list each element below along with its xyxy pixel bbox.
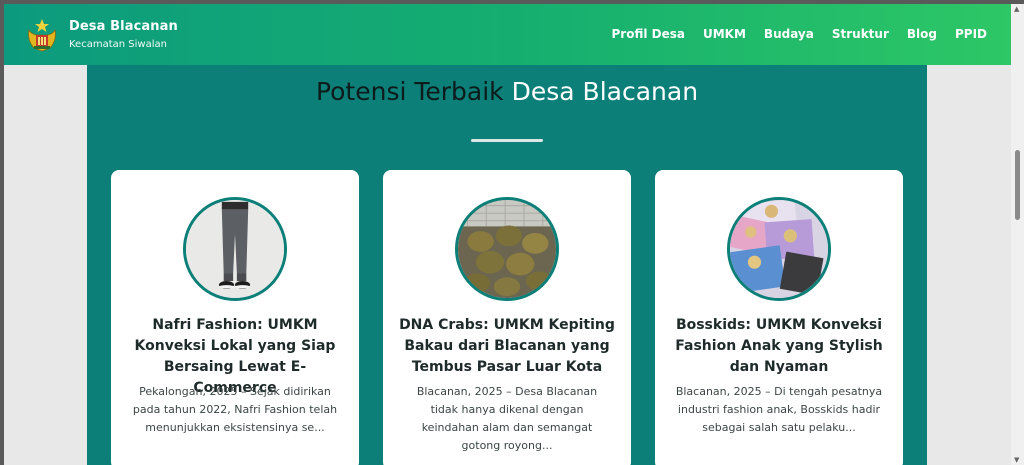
- browser-viewport: Desa Blacanan Kecamatan Siwalan Profil D…: [4, 4, 1011, 465]
- brand[interactable]: Desa Blacanan Kecamatan Siwalan: [69, 19, 178, 50]
- potensi-section: Potensi Terbaik Desa Blacanan Nafri Fash…: [87, 65, 927, 465]
- nav-blog[interactable]: Blog: [907, 27, 937, 41]
- card-title[interactable]: Bosskids: UMKM Konveksi Fashion Anak yan…: [669, 315, 889, 378]
- nav-struktur[interactable]: Struktur: [832, 27, 889, 41]
- main-nav: Profil Desa UMKM Budaya Struktur Blog PP…: [612, 27, 988, 41]
- potensi-card[interactable]: DNA Crabs: UMKM Kepiting Bakau dari Blac…: [383, 170, 631, 465]
- scroll-down-icon[interactable]: ▼: [1014, 457, 1021, 464]
- card-image-nafri-fashion[interactable]: [183, 197, 287, 301]
- trousers-product-photo: [186, 200, 284, 298]
- nav-umkm[interactable]: UMKM: [703, 27, 746, 41]
- village-emblem-logo[interactable]: [26, 18, 58, 52]
- scroll-up-icon[interactable]: ▲: [1014, 6, 1021, 13]
- potensi-card[interactable]: Bosskids: UMKM Konveksi Fashion Anak yan…: [655, 170, 903, 465]
- section-title-dark: Potensi Terbaik: [315, 77, 504, 106]
- brand-subtitle: Kecamatan Siwalan: [69, 39, 167, 50]
- navbar: Desa Blacanan Kecamatan Siwalan Profil D…: [4, 4, 1011, 65]
- crabs-product-photo: [458, 200, 556, 298]
- section-title: Potensi Terbaik Desa Blacanan: [87, 77, 927, 106]
- card-excerpt: Blacanan, 2025 – Di tengah pesatnya indu…: [675, 385, 883, 434]
- card-title[interactable]: DNA Crabs: UMKM Kepiting Bakau dari Blac…: [397, 315, 617, 378]
- potensi-card[interactable]: Nafri Fashion: UMKM Konveksi Lokal yang …: [111, 170, 359, 465]
- nav-budaya[interactable]: Budaya: [764, 27, 814, 41]
- card-image-bosskids[interactable]: [727, 197, 831, 301]
- brand-name[interactable]: Desa Blacanan: [69, 19, 178, 34]
- section-divider: [471, 139, 543, 142]
- nav-profil-desa[interactable]: Profil Desa: [612, 27, 685, 41]
- card-image-dna-crabs[interactable]: [455, 197, 559, 301]
- kids-clothing-product-photo: [730, 200, 828, 298]
- card-excerpt: Blacanan, 2025 – Desa Blacanan tidak han…: [416, 385, 598, 452]
- scroll-thumb[interactable]: [1015, 150, 1020, 220]
- nav-ppid[interactable]: PPID: [955, 27, 987, 41]
- vertical-scrollbar[interactable]: ▲ ▼: [1011, 4, 1024, 465]
- section-title-light: Desa Blacanan: [511, 77, 699, 106]
- card-excerpt: Pekalongan, 2025 – Sejak didirikan pada …: [132, 385, 338, 434]
